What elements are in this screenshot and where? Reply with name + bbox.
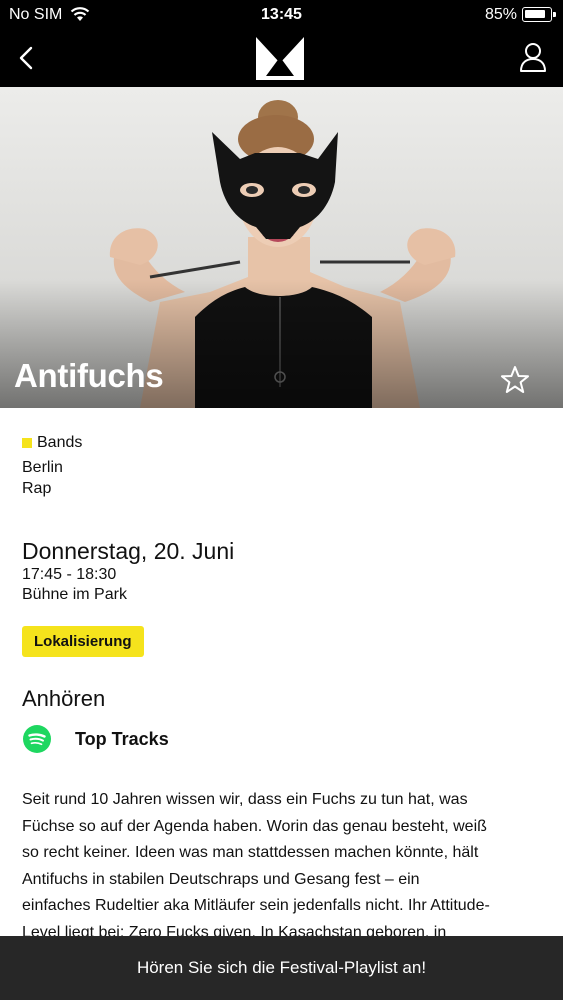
nav-bar [0,30,563,87]
clock: 13:45 [261,6,302,23]
artist-name: Antifuchs [14,357,164,394]
festival-logo[interactable] [253,33,307,83]
city-label: Berlin [22,459,63,476]
description-line: Füchse so auf der Agenda haben. Worin da… [22,817,487,835]
category-color-swatch [22,438,32,448]
chevron-left-icon[interactable] [12,42,44,74]
description-line: einfaches Rudeltier aka Mitläufer sein j… [22,897,490,914]
artist-hero-image: Antifuchs [0,87,563,408]
star-outline-icon[interactable] [500,365,530,395]
category-label: Bands [37,434,83,451]
status-bar: No SIM 13:45 85% [0,0,563,30]
user-icon[interactable] [517,40,549,74]
genre-label: Rap [22,480,52,497]
artist-description: Seit rund 10 Jahren wissen wir, dass ein… [22,787,547,946]
listen-heading: Anhören [22,686,106,711]
description-line: Seit rund 10 Jahren wissen wir, dass ein… [22,791,468,808]
battery-icon [522,7,556,22]
description-line: so recht keiner. Ideen was man stattdess… [22,844,479,861]
festival-playlist-button[interactable]: Hören Sie sich die Festival-Playlist an! [0,936,563,1000]
event-stage: Bühne im Park [22,586,127,603]
battery-percent: 85% [484,6,517,23]
description-line: Antifuchs in stabilen Deutschraps und Ge… [22,870,420,888]
event-time: 17:45 - 18:30 [22,566,117,583]
location-button[interactable]: Lokalisierung [22,626,144,657]
category-tag: Bands [22,434,82,452]
top-tracks-link[interactable]: Top Tracks [75,729,169,750]
spotify-icon[interactable] [23,725,51,753]
event-date: Donnerstag, 20. Juni [22,538,235,564]
